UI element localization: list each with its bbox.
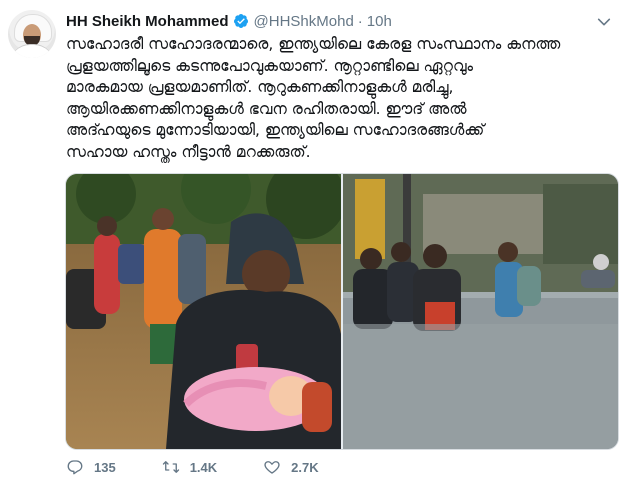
retweet-icon [162,461,179,473]
reply-button[interactable]: 135 [66,458,116,476]
tweet-media[interactable] [65,173,619,450]
tweet-header: HH Sheikh Mohammed @HHShkMohd · 10h [66,11,392,31]
tweet-timestamp[interactable]: 10h [367,13,392,30]
avatar-robe [10,44,54,58]
tweet-card[interactable]: HH Sheikh Mohammed @HHShkMohd · 10h സഹോദ… [0,0,620,477]
flood-rescue-photo[interactable] [66,174,341,449]
tweet-text: സഹോദരീ സഹോദരന്മാരെ, ഇന്ത്യയിലെ കേരള സംസ്… [66,35,561,161]
retweet-count: 1.4K [189,459,218,475]
like-count: 2.7K [291,459,319,475]
heart-icon [264,461,280,474]
flood-wading-photo[interactable] [343,174,618,449]
tweet-actions: 135 1.4K 2.7K [66,458,365,476]
retweet-button[interactable]: 1.4K [162,458,217,476]
author-handle[interactable]: @HHShkMohd [254,13,354,30]
flood-wading-photo-image [343,174,618,449]
chevron-down-icon[interactable] [596,14,612,30]
reply-count: 135 [94,459,116,475]
verified-badge-icon [233,14,248,28]
separator-dot: · [357,12,363,30]
like-button[interactable]: 2.7K [263,458,319,476]
reply-icon [67,460,83,475]
avatar[interactable] [8,10,56,58]
author-name[interactable]: HH Sheikh Mohammed [66,13,229,30]
flood-rescue-photo-image [66,174,341,449]
